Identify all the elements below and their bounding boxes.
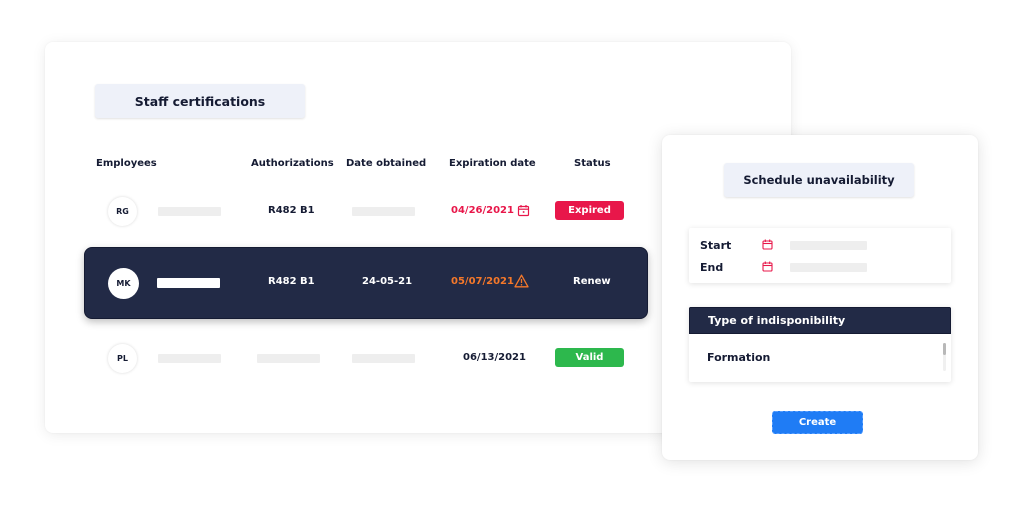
date-range-box: Start End — [689, 228, 951, 283]
table-row[interactable]: PL 06/13/2021 Valid — [84, 334, 648, 382]
end-date-input[interactable] — [790, 263, 867, 272]
start-date-input[interactable] — [790, 241, 867, 250]
expiration-date-cell: 05/07/2021 — [451, 276, 514, 287]
table-row-selected[interactable]: MK R482 B1 24-05-21 05/07/2021 Renew — [84, 247, 648, 319]
authorization-cell: R482 B1 — [268, 276, 315, 287]
authorization-placeholder — [257, 354, 320, 363]
column-header-authorizations[interactable]: Authorizations — [251, 158, 334, 169]
avatar: RG — [108, 197, 137, 226]
column-header-employees[interactable]: Employees — [96, 158, 157, 169]
card-title: Staff certifications — [95, 84, 305, 118]
status-badge-valid[interactable]: Valid — [555, 348, 624, 367]
column-header-expiration-date[interactable]: Expiration date — [449, 158, 536, 169]
column-header-status[interactable]: Status — [574, 158, 611, 169]
schedule-title: Schedule unavailability — [724, 163, 914, 197]
date-obtained-placeholder — [352, 354, 415, 363]
calendar-icon — [517, 205, 530, 217]
date-obtained-placeholder — [352, 207, 415, 216]
date-obtained-cell: 24-05-21 — [362, 276, 413, 287]
type-select-header[interactable]: Type of indisponibility — [689, 307, 951, 334]
column-header-date-obtained[interactable]: Date obtained — [346, 158, 426, 169]
table-row[interactable]: RG R482 B1 04/26/2021 Expired — [84, 187, 648, 235]
scrollbar-thumb[interactable] — [943, 343, 946, 355]
employee-name-placeholder — [158, 207, 221, 216]
avatar: MK — [108, 268, 139, 299]
renew-button[interactable]: Renew — [573, 276, 611, 287]
employee-name-placeholder — [158, 354, 221, 363]
start-label: Start — [700, 239, 732, 252]
expiration-date-cell: 06/13/2021 — [463, 352, 526, 363]
expiration-date-cell: 04/26/2021 — [451, 205, 514, 216]
end-label: End — [700, 261, 724, 274]
employee-name-placeholder — [157, 278, 220, 288]
type-option[interactable]: Formation — [707, 351, 770, 364]
type-select[interactable]: Type of indisponibility Formation — [689, 307, 951, 382]
avatar: PL — [108, 344, 137, 373]
calendar-icon[interactable] — [762, 239, 773, 250]
status-badge-expired[interactable]: Expired — [555, 201, 624, 220]
scrollbar[interactable] — [943, 343, 946, 371]
warning-icon — [514, 274, 529, 288]
calendar-icon[interactable] — [762, 261, 773, 272]
authorization-cell: R482 B1 — [268, 205, 315, 216]
create-button[interactable]: Create — [772, 411, 863, 434]
